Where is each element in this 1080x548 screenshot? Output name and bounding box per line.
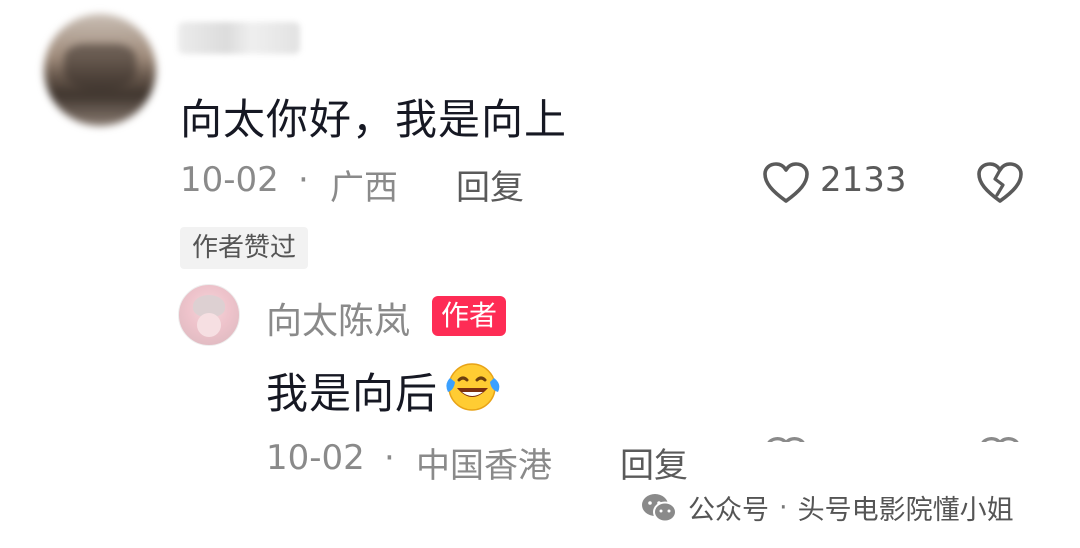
dislike-button[interactable]	[976, 161, 1024, 205]
reply-like-icon-partial[interactable]	[764, 434, 808, 442]
commenter-avatar[interactable]	[44, 14, 156, 126]
reply-location: 中国香港	[416, 446, 552, 486]
watermark: 公众号 · 头号电影院懂小姐	[640, 488, 1014, 527]
commenter-name-blurred[interactable]	[178, 22, 300, 54]
comment-text: 向太你好，我是向上	[180, 95, 568, 144]
comment-location: 广西	[330, 168, 398, 208]
like-button[interactable]	[762, 161, 810, 205]
watermark-account-type: 公众号	[688, 495, 769, 526]
laughing-crying-emoji-icon	[442, 360, 506, 412]
reply-reply-button[interactable]: 回复	[620, 438, 688, 487]
comment-dot: ·	[298, 160, 309, 200]
reply-dislike-icon-partial[interactable]	[978, 434, 1022, 442]
reply-date: 10-02	[266, 438, 365, 478]
comment-date: 10-02	[180, 160, 279, 200]
like-heart-icon	[762, 161, 810, 205]
comment-reply-button[interactable]: 回复	[456, 160, 524, 209]
wechat-logo-icon	[640, 492, 678, 524]
watermark-separator: ·	[779, 492, 788, 523]
author-badge: 作者	[432, 296, 507, 336]
reply-author-avatar[interactable]	[178, 284, 240, 346]
like-count: 2133	[820, 160, 907, 200]
author-liked-tag: 作者赞过	[180, 227, 309, 269]
reply-dot: ·	[384, 438, 395, 478]
watermark-account-name: 头号电影院懂小姐	[797, 495, 1014, 526]
reply-author-name[interactable]: 向太陈岚	[266, 292, 410, 344]
dislike-broken-heart-icon	[976, 161, 1024, 205]
reply-text: 我是向后	[266, 369, 439, 418]
